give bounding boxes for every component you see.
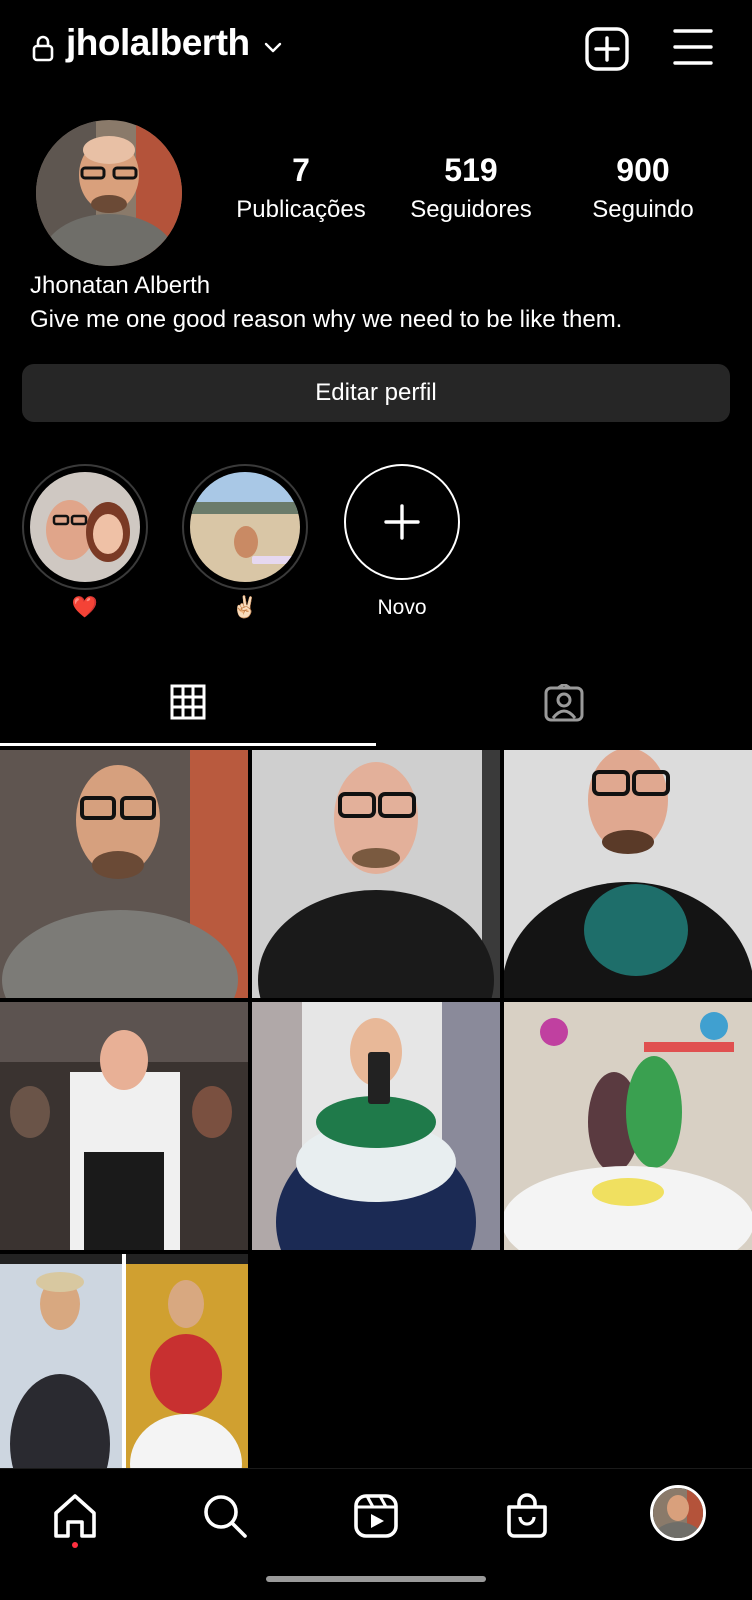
shop-icon[interactable] <box>500 1489 554 1543</box>
tab-posts-grid[interactable] <box>0 670 376 746</box>
gesture-bar <box>266 1576 486 1582</box>
posts-count: 7 <box>292 152 310 188</box>
highlight-heart[interactable] <box>22 464 148 590</box>
menu-icon[interactable] <box>672 26 714 68</box>
profile-avatar[interactable] <box>36 120 182 266</box>
home-icon[interactable] <box>48 1489 102 1543</box>
edit-profile-button[interactable]: Editar perfil <box>22 364 730 422</box>
active-tab-indicator <box>0 743 376 746</box>
chevron-down-icon[interactable] <box>262 36 284 58</box>
post-thumbnail[interactable] <box>0 750 248 998</box>
stat-followers[interactable]: 519 Seguidores <box>386 150 556 224</box>
highlight-peace[interactable] <box>182 464 308 590</box>
post-thumbnail[interactable] <box>504 750 752 998</box>
tagged-icon <box>544 684 584 722</box>
stat-following[interactable]: 900 Seguindo <box>558 150 728 224</box>
post-thumbnail[interactable] <box>504 1002 752 1250</box>
bio-text: Give me one good reason why we need to b… <box>30 306 623 333</box>
tab-tagged[interactable] <box>376 670 752 746</box>
plus-icon <box>384 504 420 540</box>
posts-label: Publicações <box>236 196 366 223</box>
new-highlight-label: Novo <box>377 596 427 619</box>
followers-label: Seguidores <box>410 196 532 223</box>
post-thumbnail[interactable] <box>0 1002 248 1250</box>
highlight-cover <box>30 472 140 582</box>
highlight-heart-label: ❤️ <box>71 596 99 619</box>
post-thumbnail[interactable] <box>252 1002 500 1250</box>
notification-dot <box>72 1542 78 1548</box>
post-thumbnail[interactable] <box>252 750 500 998</box>
search-icon[interactable] <box>198 1489 252 1543</box>
stat-posts[interactable]: 7 Publicações <box>216 150 386 224</box>
new-highlight-button[interactable] <box>344 464 460 580</box>
highlight-peace-label: ✌🏻 <box>231 596 259 619</box>
post-thumbnail[interactable] <box>0 1254 248 1502</box>
profile-header: jholalberth <box>0 0 752 96</box>
following-label: Seguindo <box>592 196 694 223</box>
highlight-cover <box>190 472 300 582</box>
followers-count: 519 <box>444 152 498 188</box>
add-post-icon[interactable] <box>584 26 630 72</box>
full-name: Jhonatan Alberth <box>30 272 211 299</box>
reels-icon[interactable] <box>349 1489 403 1543</box>
following-count: 900 <box>616 152 670 188</box>
grid-icon <box>170 684 206 720</box>
lock-icon <box>32 35 54 62</box>
username-switcher[interactable]: jholalberth <box>66 22 250 64</box>
profile-tab-avatar[interactable] <box>650 1485 706 1541</box>
